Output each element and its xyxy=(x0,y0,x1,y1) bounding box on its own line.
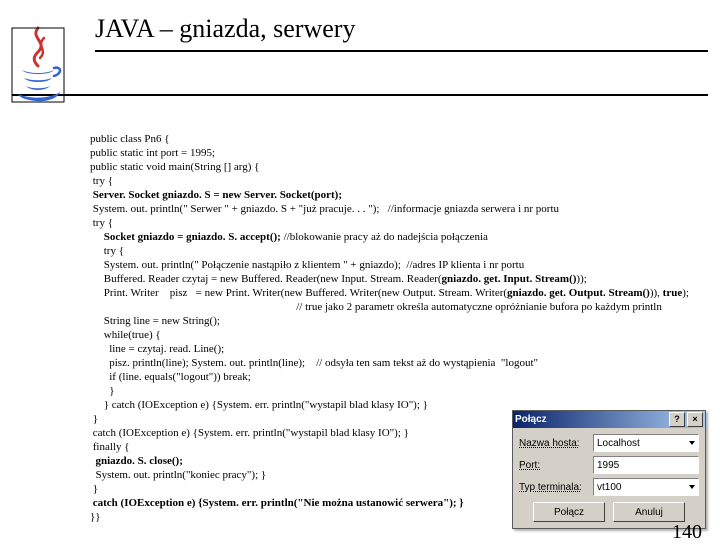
port-label: Port: xyxy=(519,460,593,471)
terminal-field[interactable]: vt100 xyxy=(593,478,699,496)
close-button[interactable]: × xyxy=(687,412,703,427)
dialog-titlebar[interactable]: Połącz ? × xyxy=(513,411,705,428)
page-number: 140 xyxy=(672,521,702,544)
content-divider xyxy=(12,94,708,96)
terminal-label: Typ terminala: xyxy=(519,482,593,493)
connect-dialog: Połącz ? × Nazwa hosta: Localhost Port: … xyxy=(512,410,706,529)
port-field[interactable]: 1995 xyxy=(593,456,699,474)
connect-button[interactable]: Połącz xyxy=(533,502,605,522)
title-divider xyxy=(95,50,708,52)
cancel-button[interactable]: Anuluj xyxy=(613,502,685,522)
dialog-title: Połącz xyxy=(515,414,547,425)
slide-title: JAVA – gniazda, serwery xyxy=(95,14,720,44)
host-field[interactable]: Localhost xyxy=(593,434,699,452)
help-button[interactable]: ? xyxy=(669,412,685,427)
chevron-down-icon[interactable] xyxy=(689,485,695,489)
java-logo xyxy=(8,24,68,104)
chevron-down-icon[interactable] xyxy=(689,441,695,445)
host-label: Nazwa hosta: xyxy=(519,438,593,449)
